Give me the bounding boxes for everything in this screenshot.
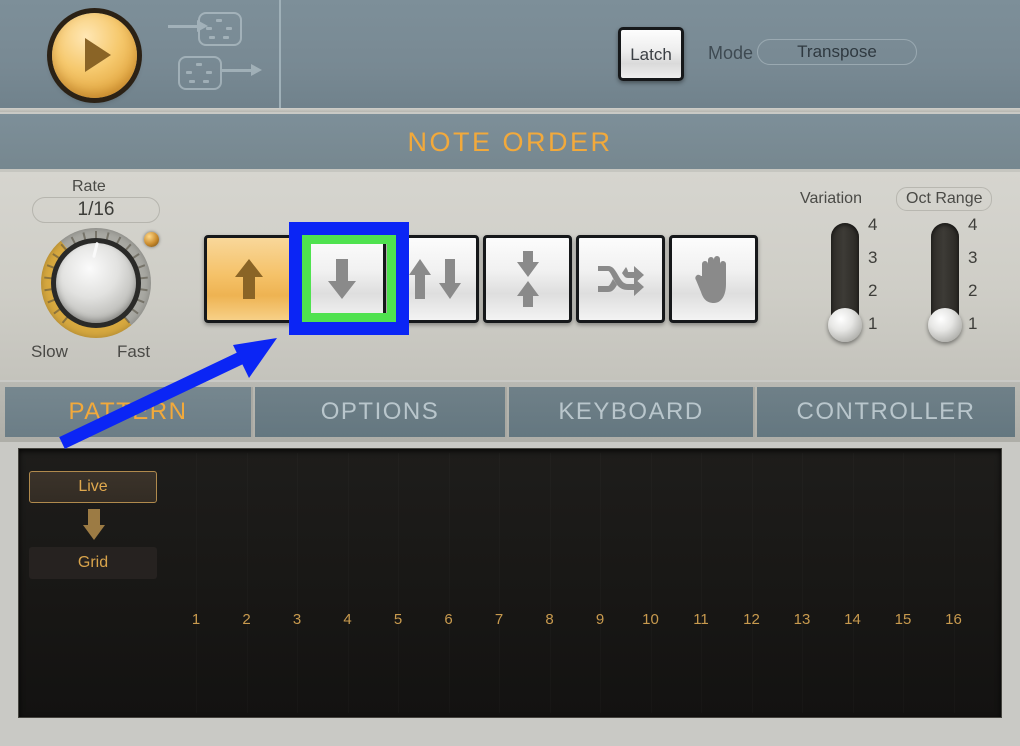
pattern-step-3[interactable]: 3 (280, 611, 314, 628)
oct-range-scale-4: 4 (968, 215, 978, 234)
variation-scale-4: 4 (868, 215, 878, 234)
arrow-converge-icon (516, 251, 539, 307)
pattern-step-13[interactable]: 13 (785, 611, 819, 628)
oct-range-label: Oct Range (896, 187, 993, 211)
order-up-button[interactable] (204, 235, 293, 323)
pattern-step-11[interactable]: 11 (684, 611, 718, 628)
live-button[interactable]: Live (29, 471, 157, 503)
latch-label: Latch (630, 44, 672, 64)
note-order-buttons (204, 235, 782, 327)
pattern-step-15[interactable]: 15 (886, 611, 920, 628)
arrow-up-icon (234, 259, 263, 299)
tab-keyboard-label: KEYBOARD (558, 398, 704, 425)
note-order-title: NOTE ORDER (407, 126, 613, 157)
pattern-step-10[interactable]: 10 (634, 611, 668, 628)
rate-knob-cap[interactable] (56, 243, 136, 323)
tab-pattern[interactable]: PATTERN (5, 387, 253, 437)
pattern-grid-line (600, 453, 601, 713)
pattern-grid-line (853, 453, 854, 713)
rate-fast-label: Fast (117, 342, 151, 361)
pattern-step-16[interactable]: 16 (937, 611, 971, 628)
play-icon (85, 38, 111, 72)
tab-bar: PATTERN OPTIONS KEYBOARD CONTROLLER (0, 382, 1020, 442)
live-label: Live (78, 478, 108, 495)
mode-value: Transpose (797, 42, 877, 61)
latch-button[interactable]: Latch (618, 27, 684, 81)
pattern-panel: Live Grid 1 2 3 4 5 6 7 8 9 10 11 12 13 14 15 16 (18, 448, 1002, 718)
pattern-step-8[interactable]: 8 (533, 611, 567, 628)
variation-label: Variation (800, 190, 862, 207)
variation-scale: 4 3 2 1 (868, 215, 884, 345)
midi-out-icon (178, 56, 262, 92)
pattern-grid-line (954, 453, 955, 713)
rate-knob[interactable] (33, 228, 159, 346)
order-up-down-button[interactable] (390, 235, 479, 323)
rate-value: 1/16 (77, 199, 115, 220)
order-as-played-button[interactable] (669, 235, 758, 323)
oct-range-scale-1: 1 (968, 314, 978, 333)
oct-range-scale: 4 3 2 1 (968, 215, 984, 345)
shuffle-icon (597, 266, 644, 296)
rate-slow-label: Slow (31, 342, 68, 361)
midi-in-icon (168, 12, 242, 48)
pattern-step-numbers: 1 2 3 4 5 6 7 8 9 10 11 12 13 14 15 16 (179, 611, 999, 641)
pattern-step-14[interactable]: 14 (836, 611, 870, 628)
pattern-grid-line (196, 453, 197, 713)
pattern-grid-line (651, 453, 652, 713)
tab-keyboard[interactable]: KEYBOARD (509, 387, 755, 437)
oct-range-scale-3: 3 (968, 248, 978, 267)
arpeggiator-window: Latch Mode Transpose Delete Last Clear N… (0, 0, 1020, 746)
tab-options[interactable]: OPTIONS (255, 387, 507, 437)
pattern-step-12[interactable]: 12 (735, 611, 769, 628)
hand-icon (694, 256, 726, 303)
rate-label: Rate (72, 178, 106, 195)
pattern-grid-line (247, 453, 248, 713)
pattern-grid-line (297, 453, 298, 713)
pattern-step-9[interactable]: 9 (583, 611, 617, 628)
order-random-button[interactable] (576, 235, 665, 323)
variation-slider-thumb[interactable] (828, 308, 862, 342)
arrow-up-down-icon (408, 259, 461, 299)
pattern-grid-line (398, 453, 399, 713)
pattern-step-1[interactable]: 1 (179, 611, 213, 628)
pattern-step-7[interactable]: 7 (482, 611, 516, 628)
pattern-grid-line (449, 453, 450, 713)
grid-label: Grid (77, 554, 109, 571)
arrow-down-icon (83, 509, 105, 541)
rate-display[interactable]: 1/16 (32, 197, 160, 223)
rate-led-icon (144, 232, 159, 247)
transport-divider (0, 108, 1020, 112)
pattern-grid-line (550, 453, 551, 713)
oct-range-slider-thumb[interactable] (928, 308, 962, 342)
order-down-button[interactable] (297, 235, 386, 323)
variation-scale-3: 3 (868, 248, 878, 267)
tab-pattern-label: PATTERN (68, 398, 188, 425)
pattern-grid-line (701, 453, 702, 713)
variation-scale-1: 1 (868, 314, 878, 333)
tab-controller[interactable]: CONTROLLER (757, 387, 1015, 437)
transport-right-panel: Latch Mode Transpose Delete Last Clear (285, 0, 1020, 108)
mode-select[interactable]: Transpose (757, 39, 917, 65)
tab-controller-label: CONTROLLER (796, 398, 976, 425)
pattern-grid-line (752, 453, 753, 713)
pattern-step-4[interactable]: 4 (331, 611, 365, 628)
pattern-step-5[interactable]: 5 (381, 611, 415, 628)
grid-button[interactable]: Grid (29, 547, 157, 579)
pattern-grid-line (903, 453, 904, 713)
transport-left-panel (0, 0, 281, 108)
variation-scale-2: 2 (868, 281, 878, 300)
pattern-step-6[interactable]: 6 (432, 611, 466, 628)
pattern-grid-line (348, 453, 349, 713)
pattern-grid-line (802, 453, 803, 713)
arrow-down-icon (327, 259, 356, 299)
tab-options-label: OPTIONS (320, 398, 440, 425)
play-button[interactable] (52, 13, 137, 98)
note-order-header: NOTE ORDER (0, 114, 1020, 170)
oct-range-scale-2: 2 (968, 281, 978, 300)
pattern-step-2[interactable]: 2 (230, 611, 264, 628)
pattern-grid-line (499, 453, 500, 713)
order-converge-button[interactable] (483, 235, 572, 323)
transport-bar: Latch Mode Transpose Delete Last Clear (0, 0, 1020, 112)
mode-label: Mode (708, 43, 754, 63)
